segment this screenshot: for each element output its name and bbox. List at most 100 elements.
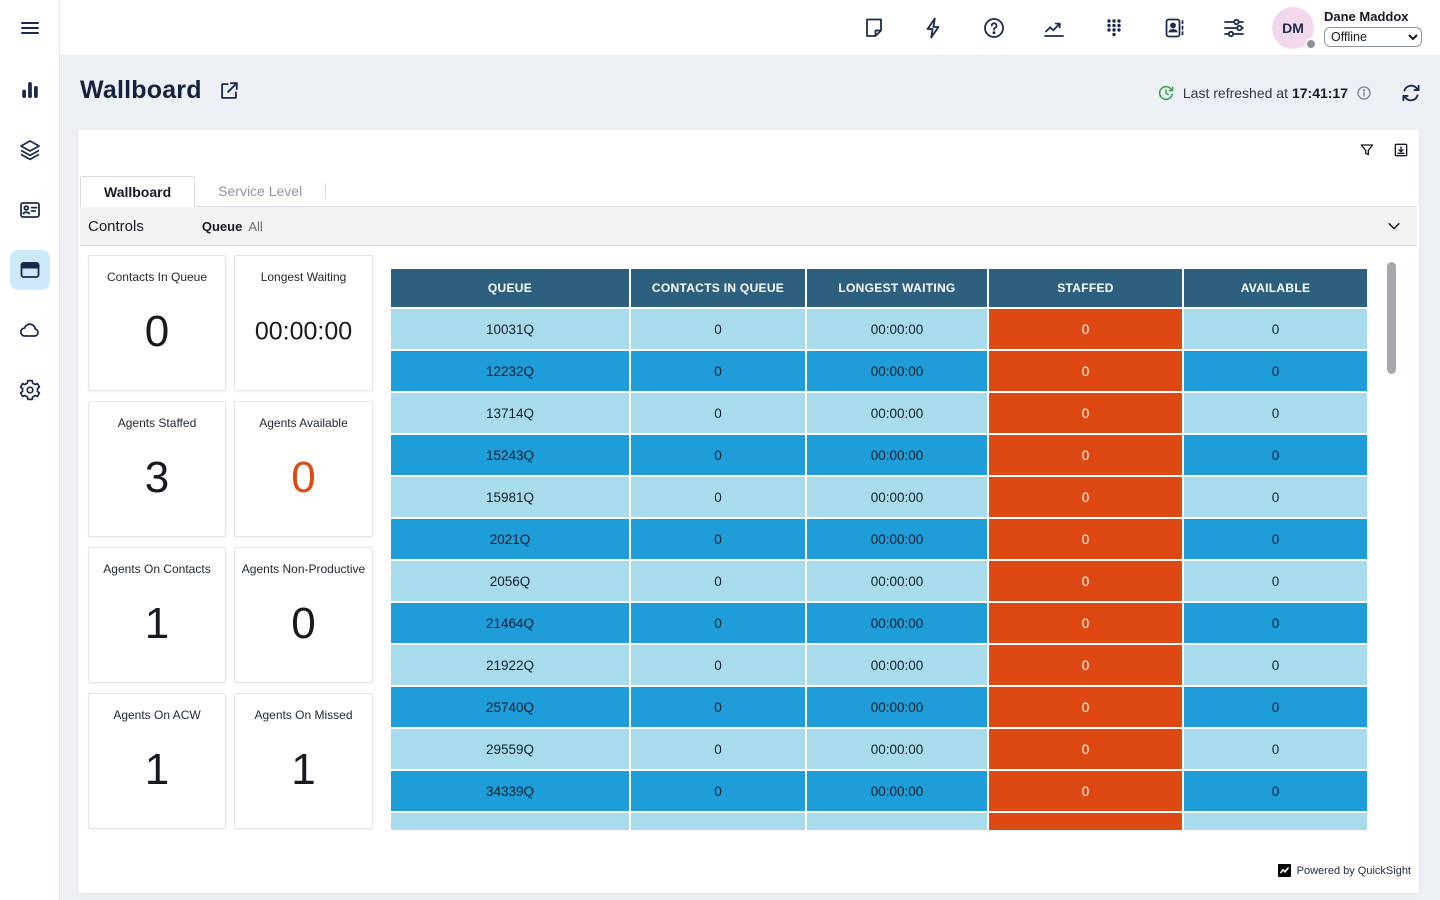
waiting-cell <box>807 813 987 830</box>
last-refreshed-time: 17:41:17 <box>1292 85 1348 101</box>
user-block: DM Dane Maddox Offline <box>1272 7 1422 49</box>
contacts-cell: 0 <box>631 393 805 433</box>
table-scrollbar[interactable] <box>1387 262 1396 374</box>
staffed-cell: 0 <box>989 351 1182 391</box>
menu-icon[interactable] <box>18 16 42 40</box>
staffed-cell: 0 <box>989 435 1182 475</box>
waiting-cell: 00:00:00 <box>807 477 987 517</box>
waiting-cell: 00:00:00 <box>807 393 987 433</box>
filter-icon[interactable] <box>1359 142 1375 158</box>
queue-cell: 10031Q <box>391 309 629 349</box>
staffed-cell: 0 <box>989 645 1182 685</box>
column-header: CONTACTS IN QUEUE <box>631 269 805 307</box>
kpi-card: Longest Waiting00:00:00 <box>234 255 373 391</box>
agent-status-select[interactable]: Offline <box>1324 27 1422 47</box>
metrics-icon[interactable] <box>1042 16 1066 40</box>
staffed-cell: 0 <box>989 771 1182 811</box>
sidebar-item-contacts[interactable] <box>10 190 50 230</box>
sidebar-item-cloud[interactable] <box>10 310 50 350</box>
column-header: QUEUE <box>391 269 629 307</box>
staffed-cell: 0 <box>989 729 1182 769</box>
avatar[interactable]: DM <box>1272 7 1314 49</box>
contacts-cell: 0 <box>631 351 805 391</box>
sidebar-item-analytics[interactable] <box>10 70 50 110</box>
kpi-label: Agents On Missed <box>235 708 372 722</box>
column-header: STAFFED <box>989 269 1182 307</box>
tab-service-level[interactable]: Service Level <box>195 176 325 206</box>
staffed-cell: 0 <box>989 687 1182 727</box>
available-cell: 0 <box>1184 729 1367 769</box>
available-cell: 0 <box>1184 393 1367 433</box>
staffed-cell: 0 <box>989 477 1182 517</box>
refresh-icon[interactable] <box>1400 82 1422 104</box>
queue-filter-value[interactable]: All <box>248 219 262 234</box>
sidebar-item-wallboard[interactable] <box>10 250 50 290</box>
directory-icon[interactable] <box>1162 16 1186 40</box>
kpi-label: Agents Non-Productive <box>235 562 372 576</box>
export-icon[interactable] <box>1393 142 1409 158</box>
waiting-cell: 00:00:00 <box>807 561 987 601</box>
cloud-icon <box>18 318 42 342</box>
waiting-cell: 00:00:00 <box>807 519 987 559</box>
main-content: Wallboard Last refreshed at 17:41:17 W <box>60 56 1440 900</box>
external-link-icon[interactable] <box>218 80 240 102</box>
queue-cell <box>391 813 629 830</box>
available-cell: 0 <box>1184 645 1367 685</box>
contacts-cell: 0 <box>631 687 805 727</box>
refresh-clock-icon <box>1157 84 1175 102</box>
waiting-cell: 00:00:00 <box>807 309 987 349</box>
available-cell <box>1184 813 1367 830</box>
info-icon[interactable] <box>1356 85 1372 101</box>
queue-filter-label: Queue <box>202 219 242 234</box>
controls-bar[interactable]: Controls Queue All <box>80 207 1417 246</box>
column-header: AVAILABLE <box>1184 269 1367 307</box>
notes-icon[interactable] <box>862 16 886 40</box>
dashboard-card: Wallboard Service Level Controls Queue A… <box>78 130 1419 893</box>
tab-label: Wallboard <box>104 184 171 200</box>
kpi-card: Agents Non-Productive 0 <box>234 547 373 683</box>
queue-cell: 2021Q <box>391 519 629 559</box>
staffed-cell: 0 <box>989 309 1182 349</box>
kpi-value: 1 <box>235 745 372 795</box>
queue-table: QUEUECONTACTS IN QUEUELONGEST WAITINGSTA… <box>391 269 1367 830</box>
queue-cell: 21922Q <box>391 645 629 685</box>
contacts-cell: 0 <box>631 309 805 349</box>
waiting-cell: 00:00:00 <box>807 771 987 811</box>
preferences-icon[interactable] <box>1222 16 1246 40</box>
tab-bar: Wallboard Service Level <box>80 176 1417 207</box>
available-cell: 0 <box>1184 561 1367 601</box>
gear-icon <box>18 378 42 402</box>
kpi-card: Agents On Missed 1 <box>234 693 373 829</box>
available-cell: 0 <box>1184 477 1367 517</box>
staffed-cell: 0 <box>989 519 1182 559</box>
available-cell: 0 <box>1184 309 1367 349</box>
staffed-cell: 0 <box>989 561 1182 601</box>
quick-actions-icon[interactable] <box>922 16 946 40</box>
available-cell: 0 <box>1184 519 1367 559</box>
kpi-label: Agents On ACW <box>89 708 225 722</box>
contacts-cell: 0 <box>631 645 805 685</box>
queue-cell: 15243Q <box>391 435 629 475</box>
quicksight-footer: Powered by QuickSight <box>1278 864 1411 877</box>
help-icon[interactable] <box>982 16 1006 40</box>
waiting-cell: 00:00:00 <box>807 645 987 685</box>
column-header: LONGEST WAITING <box>807 269 987 307</box>
sidebar-item-settings[interactable] <box>10 370 50 410</box>
page-title-row: Wallboard <box>80 76 240 105</box>
kpi-label: Agents On Contacts <box>89 562 225 576</box>
tab-label: Service Level <box>218 183 302 199</box>
user-meta: Dane Maddox Offline <box>1324 9 1422 47</box>
sidebar-nav <box>10 70 50 410</box>
avatar-initials: DM <box>1282 20 1304 36</box>
kpi-value: 0 <box>235 599 372 649</box>
tab-wallboard[interactable]: Wallboard <box>80 176 195 207</box>
sidebar-item-layers[interactable] <box>10 130 50 170</box>
kpi-value: 1 <box>89 745 225 795</box>
kpi-label: Agents Available <box>235 416 372 430</box>
refresh-info: Last refreshed at 17:41:17 <box>1157 82 1422 104</box>
staffed-cell: 0 <box>989 393 1182 433</box>
chevron-down-icon[interactable] <box>1385 217 1403 235</box>
queue-cell: 13714Q <box>391 393 629 433</box>
queue-cell: 12232Q <box>391 351 629 391</box>
dialpad-icon[interactable] <box>1102 16 1126 40</box>
